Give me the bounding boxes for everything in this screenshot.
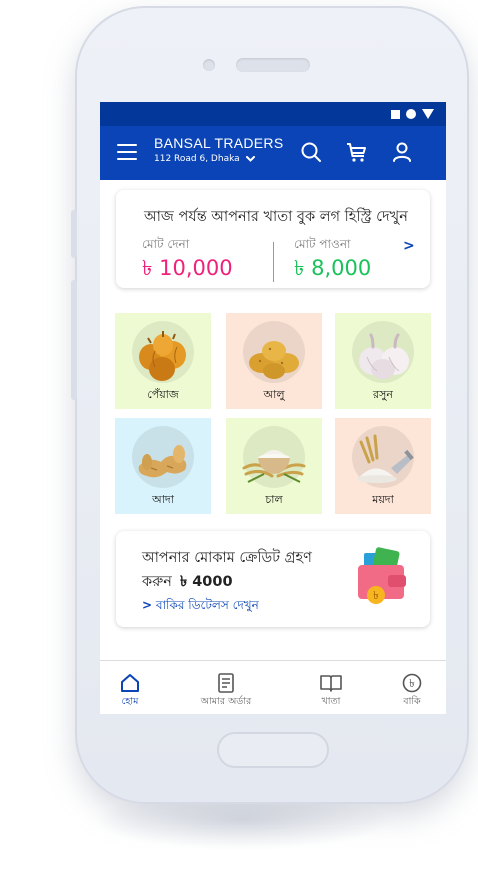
category-tile-flour[interactable]: ময়দা <box>335 418 431 514</box>
ginger-icon <box>138 445 187 478</box>
front-camera <box>203 59 215 71</box>
ledger-summary-card[interactable]: আজ পর্যন্ত আপনার খাতা বুক লগ হিস্ট্রি দে… <box>116 190 430 288</box>
nav-label: আমার অর্ডার <box>200 696 252 707</box>
nav-item-ledger[interactable]: খাতা <box>305 661 357 714</box>
cart-icon[interactable] <box>345 140 369 164</box>
nav-label: বাকি <box>403 696 421 707</box>
profile-icon[interactable] <box>390 140 414 164</box>
category-label: আলু <box>263 388 285 401</box>
recents-icon <box>391 109 400 119</box>
category-tile-ginger[interactable]: আদা <box>115 418 211 514</box>
credit-offer-text-cont: করুন <box>142 574 172 590</box>
shop-selector[interactable]: BANSAL TRADERS 112 Road 6, Dhaka <box>154 135 283 164</box>
phone-side-button <box>71 210 77 258</box>
credit-details-link-label: বাকির ডিটেলস দেখুন <box>155 598 259 612</box>
chevron-right-icon[interactable]: > <box>403 238 415 254</box>
book-icon <box>320 675 342 692</box>
nav-label: হোম <box>121 696 139 707</box>
category-label: পেঁয়াজ <box>147 388 179 401</box>
app-screen: BANSAL TRADERS 112 Road 6, Dhaka আজ পর্য… <box>100 102 446 714</box>
category-tile-rice[interactable]: চাল <box>226 418 322 514</box>
phone-home-button <box>217 732 329 768</box>
ledger-title: আজ পর্যন্ত আপনার খাতা বুক লগ হিস্ট্রি দে… <box>144 209 408 225</box>
svg-text:৳: ৳ <box>373 589 378 602</box>
bottom-navigation: হোম আমার অর্ডার খাতা ৳ বাকি <box>100 660 446 714</box>
phone-side-button <box>71 280 77 400</box>
credit-offer-text: আপনার মোকাম ক্রেডিট গ্রহণ <box>142 550 312 566</box>
potato-icon <box>249 341 299 379</box>
svg-text:৳: ৳ <box>409 677 414 690</box>
search-icon[interactable] <box>299 140 323 164</box>
category-tile-onion[interactable]: পেঁয়াজ <box>115 313 211 409</box>
rice-icon <box>242 450 306 483</box>
order-list-icon <box>218 673 234 693</box>
shop-name: BANSAL TRADERS <box>154 135 284 151</box>
hamburger-menu-icon[interactable] <box>117 141 137 163</box>
category-label: আদা <box>152 493 174 506</box>
nav-item-my-orders[interactable]: আমার অর্ডার <box>188 661 264 714</box>
nav-item-dues[interactable]: ৳ বাকি <box>388 661 436 714</box>
category-tile-potato[interactable]: আলু <box>226 313 322 409</box>
earpiece-speaker <box>236 58 310 72</box>
garlic-icon <box>359 333 409 379</box>
receivable-amount: ৳ 8,000 <box>294 256 372 280</box>
home-icon <box>121 674 139 692</box>
nav-label: খাতা <box>321 696 341 707</box>
signal-triangle-icon <box>422 109 434 119</box>
wallet-icon: ৳ <box>358 547 406 604</box>
category-label: চাল <box>265 493 283 506</box>
onion-icon <box>139 331 186 381</box>
credit-offer-card[interactable]: আপনার মোকাম ক্রেডিট গ্রহণ করুন ৳ 4000 > … <box>116 531 430 627</box>
chevron-right-icon: > <box>142 598 153 612</box>
home-dot-icon <box>406 109 416 119</box>
column-divider <box>273 242 274 282</box>
credit-amount: ৳ 4000 <box>179 574 233 590</box>
flour-icon <box>357 434 414 483</box>
status-bar <box>100 102 446 126</box>
taka-icon: ৳ <box>402 673 422 693</box>
chevron-down-icon <box>245 156 255 162</box>
credit-details-link[interactable]: > বাকির ডিটেলস দেখুন <box>142 597 259 617</box>
category-label: রসুন <box>373 388 393 401</box>
category-label: ময়দা <box>372 493 394 506</box>
payable-amount: ৳ 10,000 <box>142 256 233 280</box>
app-bar: BANSAL TRADERS 112 Road 6, Dhaka <box>100 126 446 180</box>
shop-address: 112 Road 6, Dhaka <box>154 154 240 164</box>
nav-item-home[interactable]: হোম <box>104 661 156 714</box>
category-tile-garlic[interactable]: রসুন <box>335 313 431 409</box>
